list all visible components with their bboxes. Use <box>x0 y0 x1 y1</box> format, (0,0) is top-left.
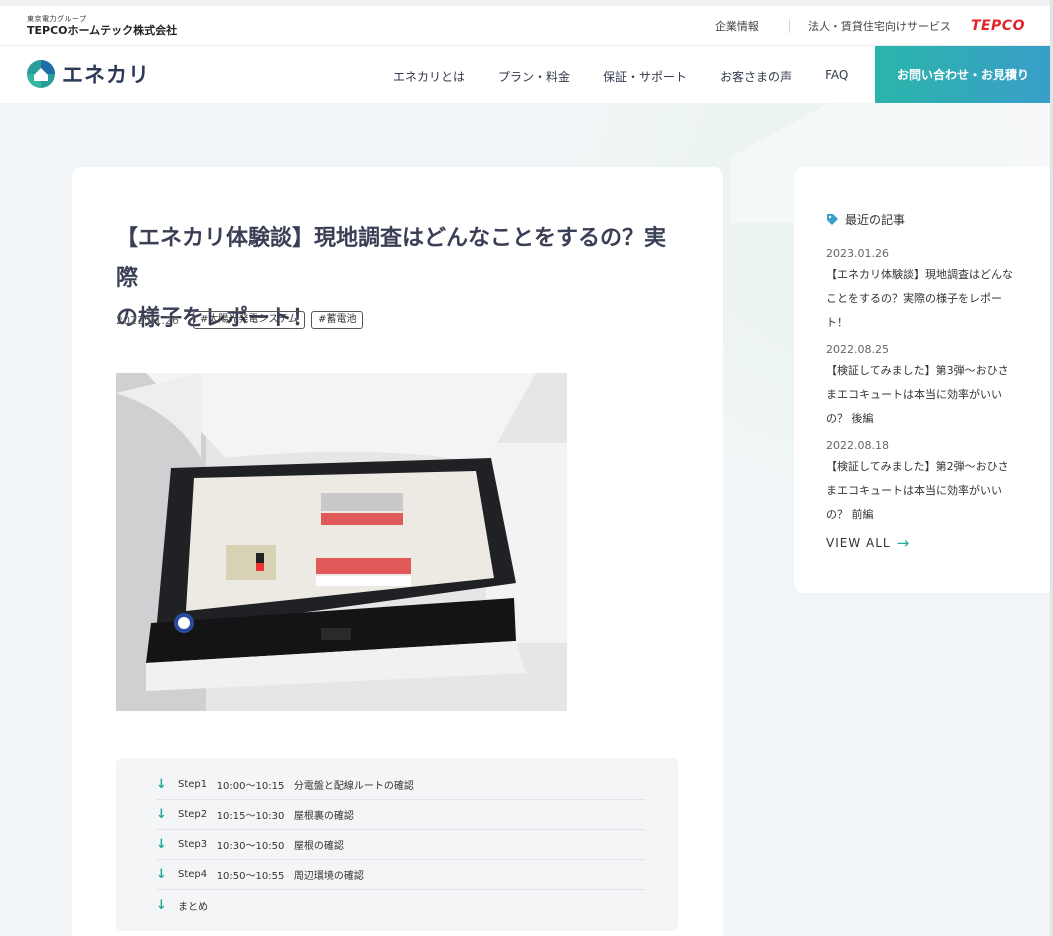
post-title-line-1: 【検証してみました】第2弾〜おひさ <box>826 460 1009 473</box>
main-navigation: エネカリ エネカリとは プラン・料金 保証・サポート お客さまの声 FAQ お問… <box>0 46 1053 103</box>
tepco-logo[interactable]: TEPCO <box>971 18 1025 34</box>
article-title-line-1: 【エネカリ体験談】現地調査はどんなことをするの？実際 <box>116 226 667 291</box>
post-date: 2022.08.25 <box>826 343 889 356</box>
toc-item-step4[interactable]: ↓ Step4 10:50〜10:55 周辺環境の確認 <box>156 860 645 890</box>
nav-item-voices[interactable]: お客さまの声 <box>720 68 792 85</box>
toc-time: 10:00〜10:15 <box>216 781 285 792</box>
toc-text: 分電盤と配線ルートの確認 <box>293 781 414 792</box>
down-arrow-icon: ↓ <box>156 867 167 882</box>
company-info-link[interactable]: 企業情報 <box>715 18 759 34</box>
sidebar-heading-text: 最近の記事 <box>845 213 906 227</box>
corporate-logo[interactable]: 東京電力グループ TEPCOホームテック株式会社 <box>27 15 177 38</box>
post-title-line-1: 【エネカリ体験談】現地調査はどんな <box>826 268 1013 281</box>
recent-articles-sidebar: 最近の記事 2023.01.26 【エネカリ体験談】現地調査はどんな ことをする… <box>794 167 1053 593</box>
view-all-label: VIEW ALL <box>826 536 891 550</box>
tag-icon <box>827 214 838 225</box>
down-arrow-icon: ↓ <box>156 837 167 852</box>
distribution-board-image-icon <box>116 373 567 711</box>
post-title-line-2: まエコキュートは本当に効率がいい <box>826 484 1002 497</box>
enekari-logo[interactable]: エネカリ <box>26 59 150 89</box>
toc-item-step1[interactable]: ↓ Step1 10:00〜10:15 分電盤と配線ルートの確認 <box>156 770 645 800</box>
article-date: 2023.01.26 <box>116 313 179 327</box>
toc-time: 10:15〜10:30 <box>216 811 285 822</box>
post-title-line-1: 【検証してみました】第3弾〜おひさ <box>826 364 1009 377</box>
house-logo-icon <box>27 60 55 88</box>
toc-step: Step3 <box>178 839 208 850</box>
distribution-board-photo <box>116 373 567 711</box>
nav-item-about[interactable]: エネカリとは <box>393 68 465 85</box>
toc-text: 屋根の確認 <box>293 841 344 852</box>
post-title[interactable]: 【エネカリ体験談】現地調査はどんな ことをするの？実際の様子をレポー ト！ <box>826 263 1026 335</box>
recent-post-1[interactable]: 2023.01.26 【エネカリ体験談】現地調査はどんな ことをするの？実際の様… <box>826 247 1026 335</box>
toc-step: Step2 <box>178 809 208 820</box>
corporate-group-label: 東京電力グループ <box>27 15 87 23</box>
post-date: 2023.01.26 <box>826 247 889 260</box>
corporate-name: TEPCOホームテック株式会社 <box>27 24 178 37</box>
toc-text: 屋根裏の確認 <box>293 811 354 822</box>
contact-estimate-button[interactable]: お問い合わせ・お見積り <box>875 46 1051 103</box>
arrow-right-icon: → <box>896 534 910 552</box>
toc-step: Step4 <box>178 869 208 880</box>
post-title-line-2: ことをするの？実際の様子をレポー <box>826 292 1002 305</box>
view-all-link[interactable]: VIEW ALL → <box>826 534 909 552</box>
post-title-line-2: まエコキュートは本当に効率がいい <box>826 388 1002 401</box>
nav-item-faq[interactable]: FAQ <box>825 68 848 85</box>
table-of-contents: ↓ Step1 10:00〜10:15 分電盤と配線ルートの確認 ↓ Step2… <box>116 758 678 931</box>
post-date: 2022.08.18 <box>826 439 889 452</box>
recent-post-3[interactable]: 2022.08.18 【検証してみました】第2弾〜おひさ まエコキュートは本当に… <box>826 439 1026 527</box>
toc-time: 10:50〜10:55 <box>216 871 285 882</box>
toc-item-step2[interactable]: ↓ Step2 10:15〜10:30 屋根裏の確認 <box>156 800 645 830</box>
post-title[interactable]: 【検証してみました】第3弾〜おひさ まエコキュートは本当に効率がいい の？ 後編 <box>826 359 1026 431</box>
tag-battery[interactable]: #蓄電池 <box>311 311 364 329</box>
corporate-links: 企業情報 法人・賃貸住宅向けサービス TEPCO <box>715 18 1025 34</box>
nav-links: エネカリとは プラン・料金 保証・サポート お客さまの声 FAQ <box>393 68 881 85</box>
nav-item-support[interactable]: 保証・サポート <box>603 68 687 85</box>
down-arrow-icon: ↓ <box>156 897 167 913</box>
post-title[interactable]: 【検証してみました】第2弾〜おひさ まエコキュートは本当に効率がいい の？ 前編 <box>826 455 1026 527</box>
toc-step: Step1 <box>178 779 208 790</box>
corporate-bar: 東京電力グループ TEPCOホームテック株式会社 企業情報 法人・賃貸住宅向けサ… <box>0 0 1053 46</box>
toc-text: まとめ <box>178 901 208 913</box>
down-arrow-icon: ↓ <box>156 807 167 822</box>
article-meta: 2023.01.26 #太陽光発電システム #蓄電池 <box>116 311 369 329</box>
down-arrow-icon: ↓ <box>156 777 167 792</box>
nav-item-plans[interactable]: プラン・料金 <box>498 68 570 85</box>
toc-item-step3[interactable]: ↓ Step3 10:30〜10:50 屋根の確認 <box>156 830 645 860</box>
toc-item-summary[interactable]: ↓ まとめ <box>156 890 645 920</box>
business-services-link[interactable]: 法人・賃貸住宅向けサービス <box>808 18 951 34</box>
logo-text: エネカリ <box>62 63 150 87</box>
post-title-line-3: ト！ <box>826 316 848 329</box>
article-card: 【エネカリ体験談】現地調査はどんなことをするの？実際 の様子をレポート！ 202… <box>72 167 723 936</box>
post-title-line-3: の？ 後編 <box>826 412 874 425</box>
tag-solar[interactable]: #太陽光発電システム <box>192 311 306 329</box>
recent-post-2[interactable]: 2022.08.25 【検証してみました】第3弾〜おひさ まエコキュートは本当に… <box>826 343 1026 431</box>
sidebar-heading: 最近の記事 <box>826 211 905 228</box>
post-title-line-3: の？ 前編 <box>826 508 874 521</box>
toc-time: 10:30〜10:50 <box>216 841 285 852</box>
divider <box>788 19 790 33</box>
toc-text: 周辺環境の確認 <box>293 871 364 882</box>
